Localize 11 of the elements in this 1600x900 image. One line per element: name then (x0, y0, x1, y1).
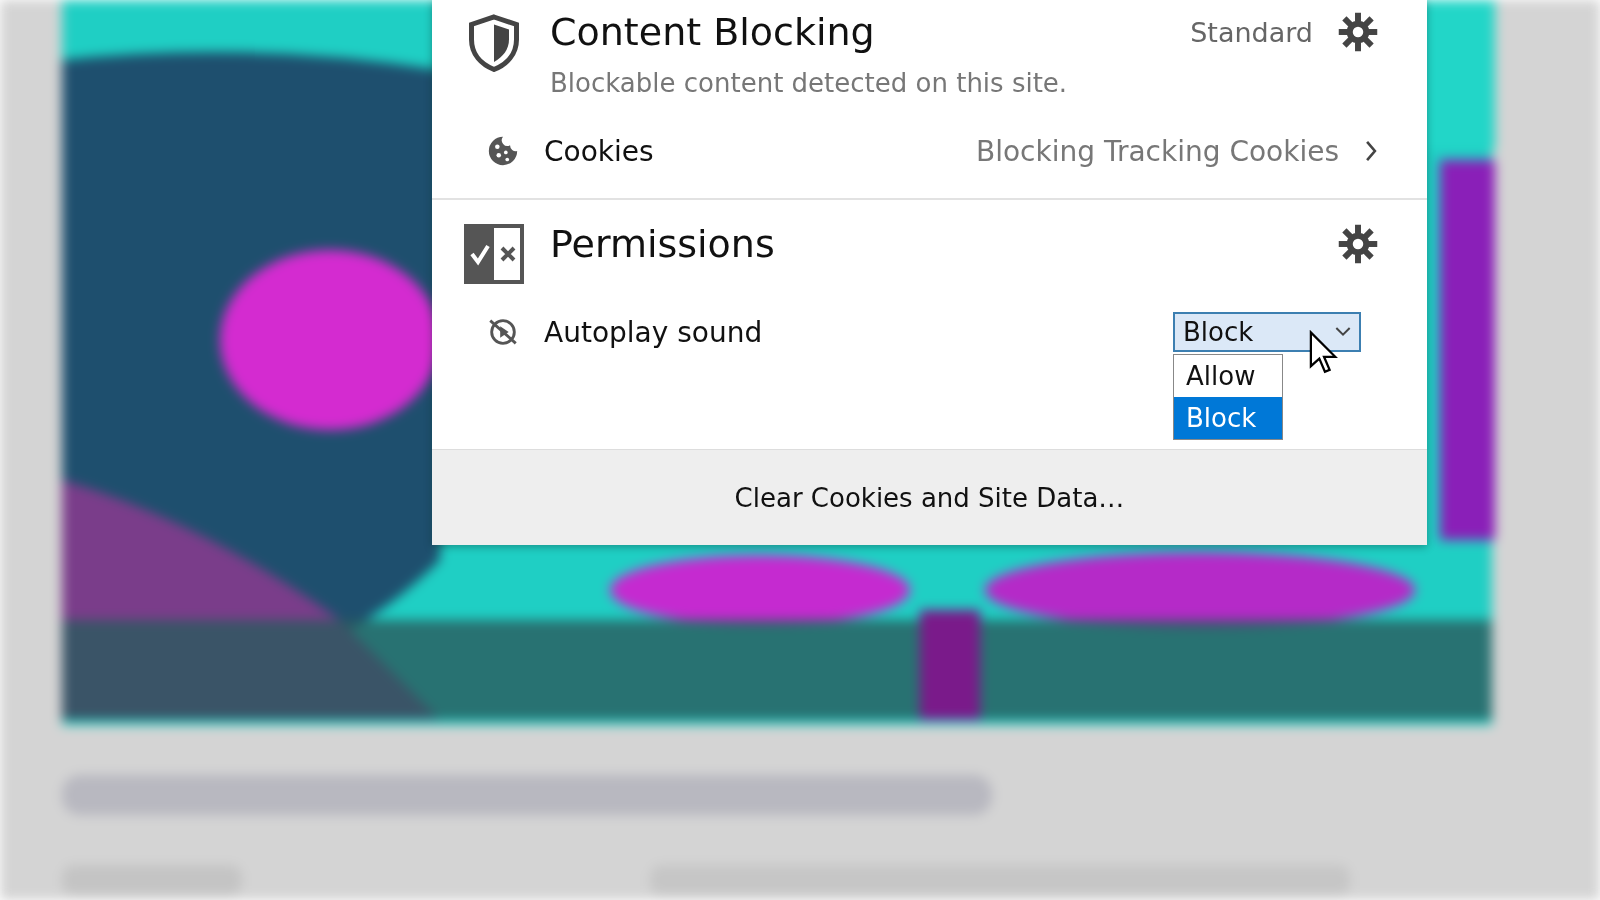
section-title: Content Blocking (550, 10, 875, 54)
mode-label: Standard (1190, 16, 1313, 48)
description-text: Blockable content detected on this site. (550, 68, 1069, 98)
row-label: Cookies (544, 134, 655, 168)
section-title: Permissions (550, 222, 775, 266)
cookies-row[interactable]: Cookies Blocking Tracking Cookies (486, 134, 1379, 168)
row-label: Autoplay sound (544, 315, 764, 349)
dropdown[interactable]: Block (1173, 312, 1361, 352)
dropdown-option[interactable]: Block (1174, 397, 1282, 439)
row-value: Blocking Tracking Cookies (976, 134, 1339, 168)
dropdown-option[interactable]: Allow (1174, 355, 1282, 397)
